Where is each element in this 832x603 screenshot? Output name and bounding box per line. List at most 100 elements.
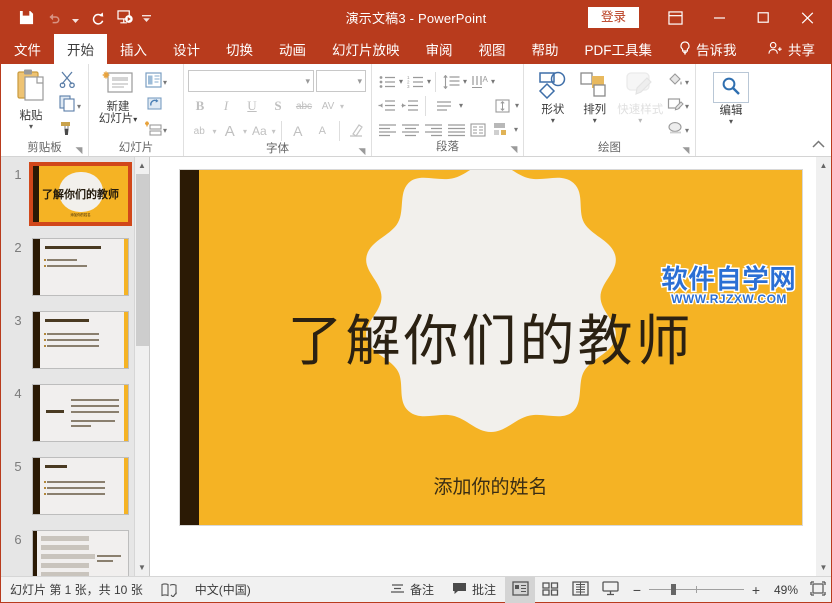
thumbnail-slide-3[interactable]	[32, 311, 129, 369]
arrange-dropdown-icon[interactable]: ▾	[593, 117, 597, 125]
scroll-down-icon[interactable]: ▼	[135, 559, 150, 576]
paste-dropdown-icon[interactable]: ▾	[29, 123, 33, 131]
text-shadow-button[interactable]: S	[266, 95, 290, 117]
share-button[interactable]: 共享	[755, 34, 831, 64]
slide-thumbnail-pane[interactable]: 1 了解你们的教师 添加你的姓名 2	[1, 157, 150, 576]
section-button[interactable]: ▾	[143, 119, 169, 141]
text-direction-dropdown-icon[interactable]: ▾	[491, 77, 495, 86]
columns-icon[interactable]	[468, 119, 490, 140]
convert-smartart-dropdown-icon[interactable]: ▾	[514, 125, 518, 134]
tab-view[interactable]: 视图	[466, 34, 519, 64]
canvas-scrollbar-track[interactable]	[816, 174, 831, 559]
shape-outline-button[interactable]: ▾	[665, 95, 691, 117]
font-size-input[interactable]: ▾	[316, 70, 366, 92]
numbering-icon[interactable]: 123	[404, 71, 426, 92]
slide-title[interactable]: 了解你们的教师	[180, 296, 802, 376]
italic-button[interactable]: I	[214, 95, 238, 117]
shape-fill-button[interactable]: ▾	[665, 71, 691, 93]
layout-button[interactable]: ▾	[143, 71, 169, 93]
maximize-button[interactable]	[741, 1, 785, 34]
reset-button[interactable]	[143, 95, 169, 117]
tab-insert[interactable]: 插入	[107, 34, 160, 64]
bullets-dropdown-icon[interactable]: ▾	[399, 77, 403, 86]
zoom-slider[interactable]	[649, 589, 744, 590]
thumbnail-item-1[interactable]: 1 了解你们的教师 添加你的姓名	[1, 165, 149, 223]
drawing-dialog-launcher[interactable]: ◥	[681, 145, 691, 155]
shape-fill-dropdown-icon[interactable]: ▾	[685, 78, 689, 87]
zoom-in-button[interactable]: +	[751, 582, 761, 598]
zoom-level-label[interactable]: 49%	[768, 583, 798, 597]
bullets-icon[interactable]	[376, 71, 398, 92]
thumbnail-item-4[interactable]: 4	[1, 384, 149, 442]
scroll-up-icon[interactable]: ▲	[135, 157, 150, 174]
undo-dropdown-icon[interactable]	[69, 6, 82, 30]
cut-button[interactable]	[57, 71, 83, 93]
numbering-dropdown-icon[interactable]: ▾	[427, 77, 431, 86]
copy-dropdown-icon[interactable]: ▾	[77, 102, 81, 111]
quick-styles-button[interactable]: 快速样式 ▾	[616, 68, 665, 125]
copy-button[interactable]: ▾	[57, 95, 83, 117]
tab-pdf-tools[interactable]: PDF工具集	[572, 34, 666, 64]
format-painter-button[interactable]	[57, 119, 83, 141]
underline-button[interactable]: U	[240, 95, 264, 117]
strikethrough-button[interactable]: abc	[292, 95, 316, 117]
spellcheck-icon[interactable]	[152, 577, 186, 602]
slide-count-status[interactable]: 幻灯片 第 1 张，共 10 张	[1, 577, 152, 602]
edit-button[interactable]: 编辑 ▾	[705, 68, 757, 126]
slide-subtitle[interactable]: 添加你的姓名	[180, 472, 802, 499]
align-right-icon[interactable]	[422, 119, 444, 140]
slide-canvas[interactable]: 了解你们的教师 添加你的姓名 软件自学网 WWW.RJZXW.COM	[179, 169, 803, 526]
scrollbar-thumb[interactable]	[136, 174, 149, 346]
character-spacing-button[interactable]: AV	[318, 95, 338, 117]
line-spacing-icon[interactable]	[440, 71, 462, 92]
edit-dropdown-icon[interactable]: ▾	[729, 118, 733, 126]
align-text-dropdown-icon[interactable]: ▾	[515, 101, 519, 110]
align-center-icon[interactable]	[399, 119, 421, 140]
tab-file[interactable]: 文件	[1, 34, 54, 64]
thumbnail-slide-6[interactable]	[32, 530, 129, 576]
sign-in-button[interactable]: 登录	[588, 7, 639, 28]
customize-qat-icon[interactable]	[140, 6, 153, 30]
collapse-ribbon-button[interactable]	[812, 140, 825, 152]
tab-transitions[interactable]: 切换	[213, 34, 266, 64]
slideshow-button[interactable]	[595, 577, 625, 603]
slide-sorter-button[interactable]	[535, 577, 565, 603]
reading-view-button[interactable]	[565, 577, 595, 603]
language-status[interactable]: 中文(中国)	[186, 577, 260, 602]
thumbnail-item-6[interactable]: 6	[1, 530, 149, 576]
paragraph-dialog-launcher[interactable]: ◥	[509, 144, 519, 154]
decrease-font-size-button[interactable]: A	[311, 120, 333, 142]
minimize-button[interactable]	[697, 1, 741, 34]
text-highlight-button[interactable]: ab	[188, 120, 210, 142]
close-button[interactable]	[785, 1, 829, 34]
tab-design[interactable]: 设计	[160, 34, 213, 64]
font-dialog-launcher[interactable]: ◥	[357, 146, 367, 156]
tab-review[interactable]: 审阅	[413, 34, 466, 64]
increase-indent-icon[interactable]	[399, 95, 421, 116]
convert-smartart-icon[interactable]	[491, 119, 513, 140]
thumbnail-slide-1[interactable]: 了解你们的教师 添加你的姓名	[32, 165, 129, 223]
shape-outline-dropdown-icon[interactable]: ▾	[685, 102, 689, 111]
paragraph-spacing-icon[interactable]	[430, 95, 458, 116]
section-dropdown-icon[interactable]: ▾	[163, 126, 167, 135]
align-left-icon[interactable]	[376, 119, 398, 140]
shapes-dropdown-icon[interactable]: ▾	[551, 117, 555, 125]
comments-button[interactable]: 批注	[443, 577, 505, 602]
bold-button[interactable]: B	[188, 95, 212, 117]
redo-icon[interactable]	[84, 6, 110, 30]
font-color-dropdown-icon[interactable]: ▾	[243, 127, 247, 136]
zoom-control[interactable]: − + 49%	[625, 582, 805, 598]
canvas-scroll-up-icon[interactable]: ▲	[816, 157, 831, 174]
shape-effects-dropdown-icon[interactable]: ▾	[685, 126, 689, 135]
font-name-input[interactable]: ▾	[188, 70, 314, 92]
change-case-button[interactable]: Aa	[249, 120, 270, 142]
text-direction-icon[interactable]: A	[468, 71, 490, 92]
tab-help[interactable]: 帮助	[519, 34, 572, 64]
save-icon[interactable]	[13, 6, 39, 30]
clear-format-icon[interactable]	[344, 120, 366, 142]
fit-to-window-button[interactable]	[805, 577, 831, 603]
justify-icon[interactable]	[445, 119, 467, 140]
notes-button[interactable]: 备注	[381, 577, 443, 602]
quick-styles-dropdown-icon[interactable]: ▾	[638, 117, 642, 125]
align-text-icon[interactable]	[492, 95, 514, 116]
